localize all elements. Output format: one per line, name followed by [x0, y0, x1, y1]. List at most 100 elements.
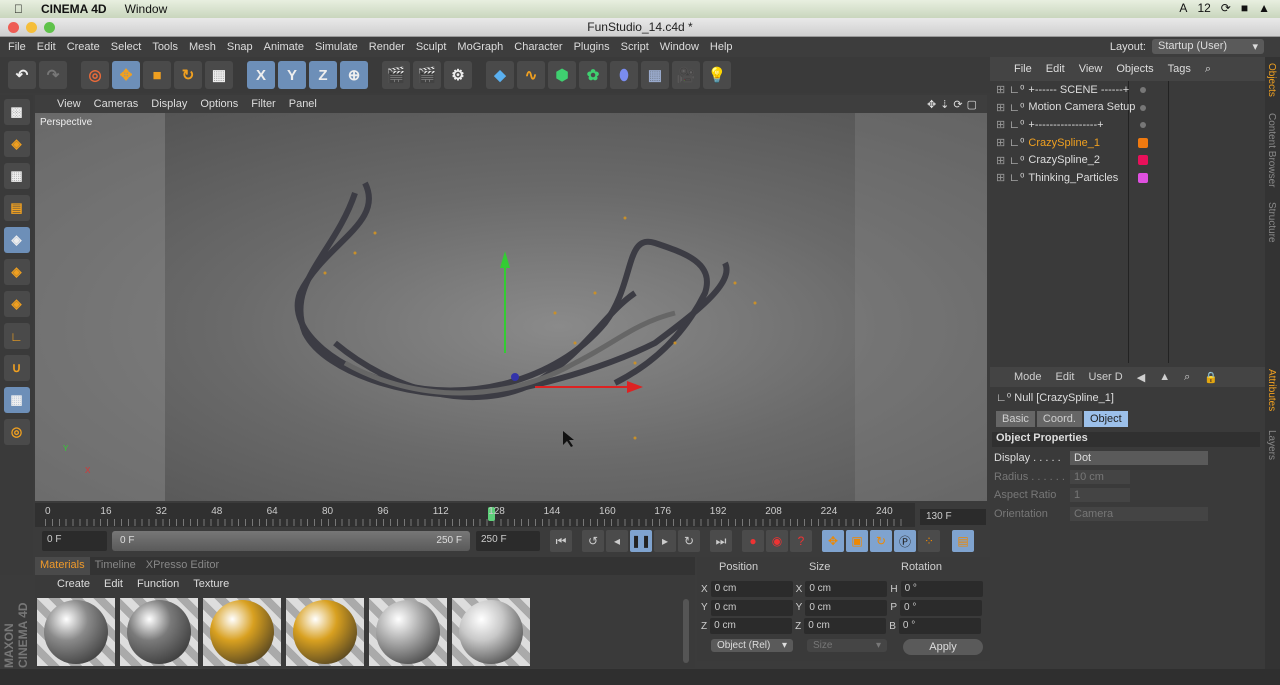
solo-icon[interactable]: ◎ — [3, 419, 30, 445]
search-icon[interactable]: ⌕ — [1205, 63, 1211, 76]
airplay-icon[interactable]: ▲ — [1258, 1, 1270, 15]
expand-icon[interactable]: ⊞ — [996, 101, 1005, 114]
rotation-field[interactable]: 0 ° — [898, 618, 981, 634]
material-swatch[interactable] — [452, 598, 530, 666]
sync-icon[interactable]: ⟳ — [1221, 1, 1231, 15]
object-list-item[interactable]: ⊞ ∟⁰ +-----------------+ — [990, 116, 1265, 134]
timeline-ruler[interactable]: 0 16 32 48 64 80 96 112 128 144 160 176 192 208 224 240 — [35, 503, 915, 527]
menu-render[interactable]: Render — [369, 41, 405, 53]
menu-file[interactable]: File — [8, 41, 26, 53]
expand-icon[interactable]: ⊞ — [996, 171, 1005, 184]
menu-sculpt[interactable]: Sculpt — [416, 41, 447, 53]
layer-dot[interactable] — [1140, 87, 1146, 93]
viewport-menu-cameras[interactable]: Cameras — [94, 98, 139, 110]
zoom-button[interactable] — [44, 22, 55, 33]
frame-range-slider[interactable]: 0 F 250 F — [112, 531, 470, 551]
object-list-item[interactable]: ⊞ ∟⁰ Thinking_Particles — [990, 169, 1265, 187]
menu-character[interactable]: Character — [514, 41, 562, 53]
material-scrollbar[interactable] — [683, 599, 689, 663]
previous-key-icon[interactable]: ↺ — [582, 530, 604, 552]
property-value-field[interactable]: 1 — [1070, 488, 1130, 502]
objects-menu-file[interactable]: File — [1014, 63, 1032, 75]
next-frame-icon[interactable]: ▸ — [654, 530, 676, 552]
menu-script[interactable]: Script — [621, 41, 649, 53]
object-list-item[interactable]: ⊞ ∟⁰ CrazySpline_1 — [990, 134, 1265, 152]
material-swatch[interactable] — [203, 598, 281, 666]
keyframe-selection-icon[interactable]: ? — [790, 530, 812, 552]
attributes-menu-user-data[interactable]: User D — [1089, 371, 1123, 383]
current-frame-field[interactable]: 130 F — [920, 509, 986, 525]
attributes-menu-edit[interactable]: Edit — [1056, 371, 1075, 383]
menu-plugins[interactable]: Plugins — [574, 41, 610, 53]
previous-frame-icon[interactable]: ◂ — [606, 530, 628, 552]
workplane-icon[interactable]: ▤ — [3, 195, 30, 221]
expand-icon[interactable]: ⊞ — [996, 118, 1005, 131]
light-icon[interactable]: 💡 — [703, 61, 731, 89]
adobe-icon[interactable]: A — [1179, 1, 1187, 15]
rotation-field[interactable]: 0 ° — [900, 599, 983, 616]
end-frame-field[interactable]: 250 F — [476, 531, 540, 551]
render-settings-icon[interactable]: ⚙ — [444, 61, 472, 89]
material-swatch[interactable] — [369, 598, 447, 666]
tab-timeline[interactable]: Timeline — [90, 557, 141, 575]
spline-icon[interactable]: ∿ — [517, 61, 545, 89]
key-scale-icon[interactable]: ▣ — [846, 530, 868, 552]
menu-animate[interactable]: Animate — [264, 41, 304, 53]
menu-help[interactable]: Help — [710, 41, 733, 53]
menu-snap[interactable]: Snap — [227, 41, 253, 53]
objects-menu-tags[interactable]: Tags — [1168, 63, 1191, 75]
go-to-start-icon[interactable]: ⏮ — [550, 530, 572, 552]
side-tab-content-browser[interactable]: Content Browser — [1266, 113, 1277, 187]
viewport-menu-filter[interactable]: Filter — [251, 98, 275, 110]
objects-menu-view[interactable]: View — [1079, 63, 1103, 75]
tab-xpresso-editor[interactable]: XPresso Editor — [141, 557, 224, 575]
material-menu-texture[interactable]: Texture — [193, 578, 229, 590]
start-frame-field[interactable]: 0 F — [42, 531, 107, 551]
key-pla-icon[interactable]: ⁘ — [918, 530, 940, 552]
texture-mode-icon[interactable]: ▦ — [3, 163, 30, 189]
apply-button[interactable]: Apply — [903, 639, 983, 655]
x-axis-lock-button[interactable]: X — [247, 61, 275, 89]
property-value-field[interactable]: 10 cm — [1070, 469, 1130, 484]
deformer-icon[interactable]: ⬮ — [610, 61, 638, 89]
object-list-item[interactable]: ⊞ ∟⁰ Motion Camera Setup — [990, 99, 1265, 117]
rotate-icon[interactable]: ↻ — [174, 61, 202, 89]
key-parameter-icon[interactable]: Ⓟ — [894, 530, 916, 552]
rotation-field[interactable]: 0 ° — [900, 581, 983, 597]
material-swatch[interactable] — [286, 598, 364, 666]
size-mode-dropdown[interactable]: Size ▾ — [807, 639, 887, 652]
menu-select[interactable]: Select — [111, 41, 142, 53]
size-field[interactable]: 0 cm — [805, 581, 888, 597]
expand-icon[interactable]: ⊞ — [996, 136, 1005, 149]
live-select-icon[interactable]: ◎ — [81, 61, 109, 89]
minimize-button[interactable] — [26, 22, 37, 33]
model-mode-icon[interactable]: ◈ — [3, 131, 30, 157]
cube-icon[interactable]: ◆ — [486, 61, 514, 89]
move-icon[interactable]: ✥ — [112, 61, 140, 89]
go-to-end-icon[interactable]: ⏭ — [710, 530, 732, 552]
lock-icon[interactable]: 🔒 — [1204, 371, 1218, 384]
redo-icon[interactable]: ↷ — [39, 61, 67, 89]
close-button[interactable] — [8, 22, 19, 33]
menu-tools[interactable]: Tools — [152, 41, 178, 53]
size-field[interactable]: 0 cm — [804, 618, 887, 634]
up-arrow-icon[interactable]: ▲ — [1159, 371, 1170, 383]
layer-dot[interactable] — [1140, 104, 1146, 111]
floor-icon[interactable]: ▦ — [641, 61, 669, 89]
snap-icon[interactable]: ∪ — [3, 355, 30, 381]
side-tab-attributes[interactable]: Attributes — [1266, 369, 1277, 411]
autokey-icon[interactable]: ◉ — [766, 530, 788, 552]
recent-tools-icon[interactable]: ▦ — [205, 61, 233, 89]
objects-menu-edit[interactable]: Edit — [1046, 63, 1065, 75]
expand-icon[interactable]: ⊞ — [996, 154, 1005, 167]
material-swatch[interactable] — [37, 598, 115, 666]
viewport-3d[interactable]: Y X Perspective — [35, 113, 987, 501]
render-picture-viewer-icon[interactable]: 🎬 — [413, 61, 441, 89]
make-editable-icon[interactable]: ▩ — [3, 99, 30, 125]
camera-icon[interactable]: 🎥 — [672, 61, 700, 89]
pause-icon[interactable]: ❚❚ — [630, 530, 652, 552]
apple-icon[interactable]:  — [14, 2, 23, 16]
position-field[interactable]: 0 cm — [710, 618, 793, 634]
timeline-window-icon[interactable]: ▤ — [952, 530, 974, 552]
record-key-icon[interactable]: ● — [742, 530, 764, 552]
